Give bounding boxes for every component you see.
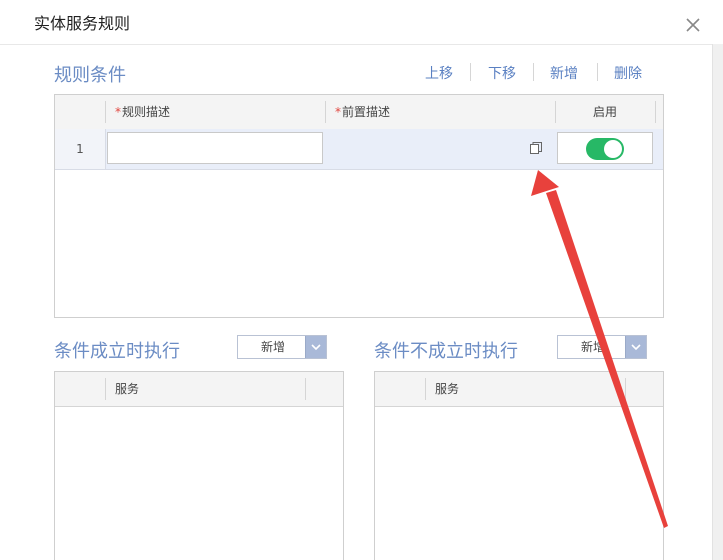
enabled-toggle[interactable] (586, 138, 624, 160)
dialog-title: 实体服务规则 (34, 14, 131, 33)
true-branch-grid-header: 服务 (55, 372, 343, 407)
toggle-knob (604, 140, 622, 158)
column-header-enabled[interactable]: 启用 (593, 95, 617, 129)
chevron-down-icon (631, 344, 641, 351)
false-branch-title: 条件不成立时执行 (374, 341, 518, 362)
column-divider (555, 101, 556, 123)
column-label: 规则描述 (122, 105, 171, 119)
conditions-grid: *规则描述 *前置描述 启用 1 (54, 94, 664, 318)
dialog-titlebar: 实体服务规则 (0, 0, 723, 45)
enabled-cell (557, 132, 653, 164)
column-header-service[interactable]: 服务 (435, 372, 459, 406)
add-label: 新增 (580, 340, 605, 354)
true-branch-add-button[interactable]: 新增 (237, 335, 327, 359)
false-branch-add-button[interactable]: 新增 (557, 335, 647, 359)
column-divider (325, 101, 326, 123)
conditions-grid-header: *规则描述 *前置描述 启用 (55, 95, 663, 130)
delete-condition-button[interactable]: 删除 (614, 63, 642, 83)
column-header-service[interactable]: 服务 (115, 372, 139, 406)
dropdown-toggle[interactable] (625, 336, 646, 358)
toolbar-divider (533, 63, 534, 81)
move-down-button[interactable]: 下移 (488, 63, 516, 83)
move-up-button[interactable]: 上移 (425, 63, 453, 83)
column-divider (105, 378, 106, 400)
row-number: 1 (55, 129, 106, 169)
column-header-rule-desc[interactable]: *规则描述 (115, 95, 170, 129)
column-divider (425, 378, 426, 400)
table-row[interactable]: 1 (55, 129, 663, 170)
chevron-down-icon (311, 344, 321, 351)
column-divider (305, 378, 306, 400)
required-mark: * (115, 105, 121, 119)
false-branch-grid: 服务 (374, 371, 664, 560)
copy-icon[interactable] (529, 141, 543, 155)
add-condition-button[interactable]: 新增 (550, 63, 578, 83)
add-label: 新增 (260, 340, 285, 354)
dropdown-toggle[interactable] (305, 336, 326, 358)
conditions-section-title: 规则条件 (54, 65, 126, 86)
toolbar-divider (470, 63, 471, 81)
true-branch-grid: 服务 (54, 371, 344, 560)
true-branch-title: 条件成立时执行 (54, 341, 180, 362)
column-header-pre-desc[interactable]: *前置描述 (335, 95, 390, 129)
column-divider (655, 101, 656, 123)
entity-service-rule-dialog: 实体服务规则 规则条件 上移 下移 新增 删除 *规则描述 *前置描述 启用 1 (0, 0, 723, 560)
dialog-scrollbar[interactable] (712, 44, 723, 560)
required-mark: * (335, 105, 341, 119)
toolbar-divider (597, 63, 598, 81)
column-label: 前置描述 (342, 105, 391, 119)
close-icon[interactable] (684, 16, 702, 34)
rule-desc-input[interactable] (107, 132, 323, 164)
column-divider (105, 101, 106, 123)
column-divider (625, 378, 626, 400)
false-branch-grid-header: 服务 (375, 372, 663, 407)
